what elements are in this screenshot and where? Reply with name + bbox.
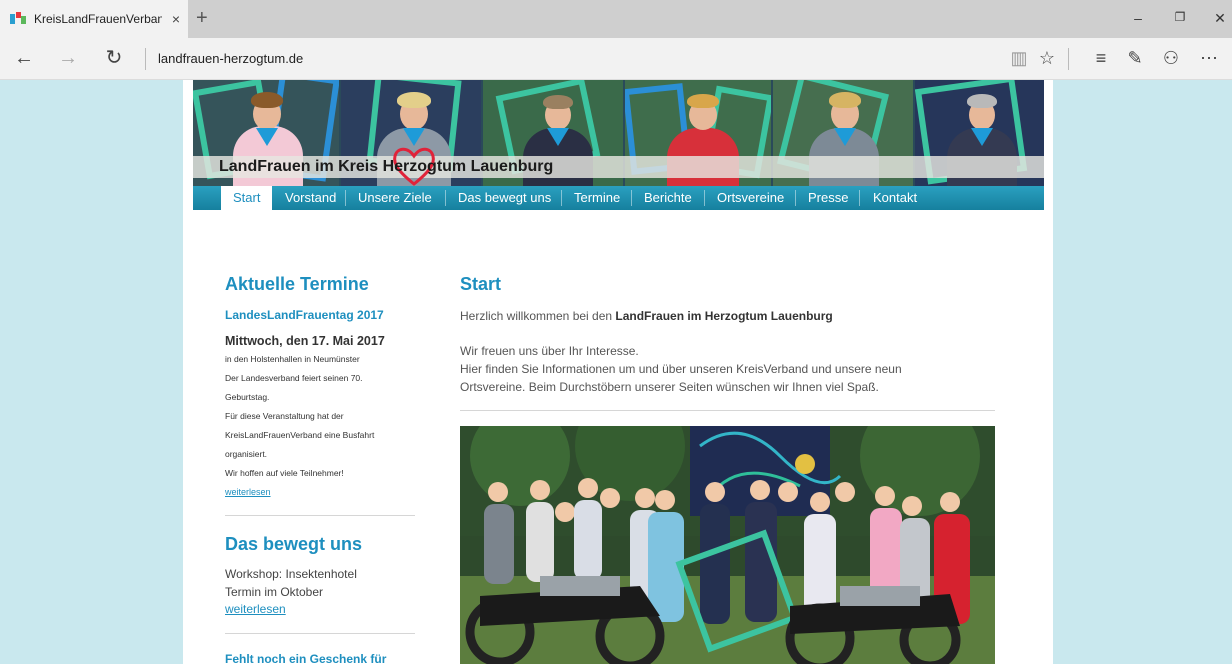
hub-icon[interactable]: ≡	[1090, 48, 1112, 68]
group-photo-illustration	[460, 426, 995, 664]
nav-ortsvereine[interactable]: Ortsvereine	[705, 186, 796, 210]
page-content: LandFrauen im Kreis Herzogtum Lauenburg …	[183, 80, 1053, 664]
event-text-line: in den Holstenhallen in Neumünster	[225, 354, 360, 364]
divider	[145, 48, 146, 70]
main-navigation: Start Vorstand Unsere Ziele Das bewegt u…	[193, 186, 1044, 210]
event-text-line: organisiert.	[225, 449, 268, 459]
header-banner: LandFrauen im Kreis Herzogtum Lauenburg	[193, 80, 1044, 186]
web-note-icon[interactable]: ✎	[1124, 48, 1146, 68]
event-text-line: Geburtstag.	[225, 392, 270, 402]
back-icon[interactable]: ←	[12, 48, 36, 68]
intro-text-line: Ortsvereine. Beim Durchstöbern unserer S…	[460, 380, 879, 394]
browser-tab-bar: KreisLandFrauenVerban × + – ❐ ✕	[0, 0, 1232, 38]
page-title: Start	[460, 274, 502, 294]
event-text-line: KreisLandFrauenVerband eine Busfahrt	[225, 430, 375, 440]
address-bar: ← → ↻ landfrauen-herzogtum.de ▥ ☆ ≡ ✎ ⚇ …	[0, 38, 1232, 80]
favorite-star-icon[interactable]: ☆	[1036, 48, 1058, 68]
event-text-line: Für diese Veranstaltung hat der	[225, 411, 344, 421]
more-icon[interactable]: ⋯	[1198, 48, 1220, 68]
termine-heading: Aktuelle Termine	[225, 274, 369, 294]
sidebar-divider	[225, 633, 415, 634]
nav-das-bewegt-uns[interactable]: Das bewegt uns	[446, 186, 563, 210]
site-title: LandFrauen im Kreis Herzogtum Lauenburg	[219, 158, 554, 175]
nav-presse[interactable]: Presse	[796, 186, 860, 210]
share-icon[interactable]: ⚇	[1160, 48, 1182, 68]
event-read-more-link[interactable]: weiterlesen	[225, 487, 271, 497]
nav-unsere-ziele[interactable]: Unsere Ziele	[346, 186, 444, 210]
nav-divider	[859, 190, 860, 206]
nav-berichte[interactable]: Berichte	[632, 186, 704, 210]
content-divider	[460, 410, 995, 411]
bewegt-heading: Das bewegt uns	[225, 534, 363, 554]
tab-close-icon[interactable]: ×	[172, 11, 180, 27]
welcome-text: Herzlich willkommen bei den LandFrauen i…	[460, 309, 833, 323]
welcome-org-name: LandFrauen im Herzogtum Lauenburg	[615, 309, 833, 323]
bewegt-text-line: Workshop: Insektenhotel	[225, 567, 357, 581]
nav-start[interactable]: Start	[221, 186, 273, 210]
url-field[interactable]: landfrauen-herzogtum.de	[158, 51, 303, 66]
restore-icon[interactable]: ❐	[1170, 10, 1190, 24]
nav-termine[interactable]: Termine	[562, 186, 632, 210]
close-window-icon[interactable]: ✕	[1210, 10, 1230, 27]
page-viewport[interactable]: LandFrauen im Kreis Herzogtum Lauenburg …	[0, 80, 1232, 664]
nav-kontakt[interactable]: Kontakt	[861, 186, 929, 210]
intro-text-line: Hier finden Sie Informationen um und übe…	[460, 362, 902, 376]
site-favicon-icon	[10, 12, 26, 26]
forward-icon[interactable]: →	[56, 48, 80, 68]
sidebar-divider	[225, 515, 415, 516]
bewegt-text-line: Termin im Oktober	[225, 585, 324, 599]
tab-title: KreisLandFrauenVerban	[34, 12, 162, 26]
event-date: Mittwoch, den 17. Mai 2017	[225, 334, 385, 348]
event-text-line: Wir hoffen auf viele Teilnehmer!	[225, 468, 344, 478]
event-title-link[interactable]: LandesLandFrauentag 2017	[225, 308, 384, 322]
event-text-line: Der Landesverband feiert seinen 70.	[225, 373, 363, 383]
browser-tab[interactable]: KreisLandFrauenVerban ×	[0, 0, 188, 38]
nav-vorstand[interactable]: Vorstand	[273, 186, 348, 210]
minimize-icon[interactable]: –	[1128, 10, 1148, 26]
bewegt-read-more-link[interactable]: weiterlesen	[225, 602, 286, 616]
refresh-icon[interactable]: ↻	[102, 48, 126, 68]
new-tab-icon[interactable]: +	[196, 8, 208, 28]
gift-heading-link[interactable]: Fehlt noch ein Geschenk für	[225, 652, 386, 664]
reading-view-icon[interactable]: ▥	[1008, 48, 1030, 68]
divider	[1068, 48, 1069, 70]
welcome-prefix: Herzlich willkommen bei den	[460, 309, 616, 323]
intro-text-line: Wir freuen uns über Ihr Interesse.	[460, 344, 639, 358]
group-photo	[460, 426, 995, 664]
